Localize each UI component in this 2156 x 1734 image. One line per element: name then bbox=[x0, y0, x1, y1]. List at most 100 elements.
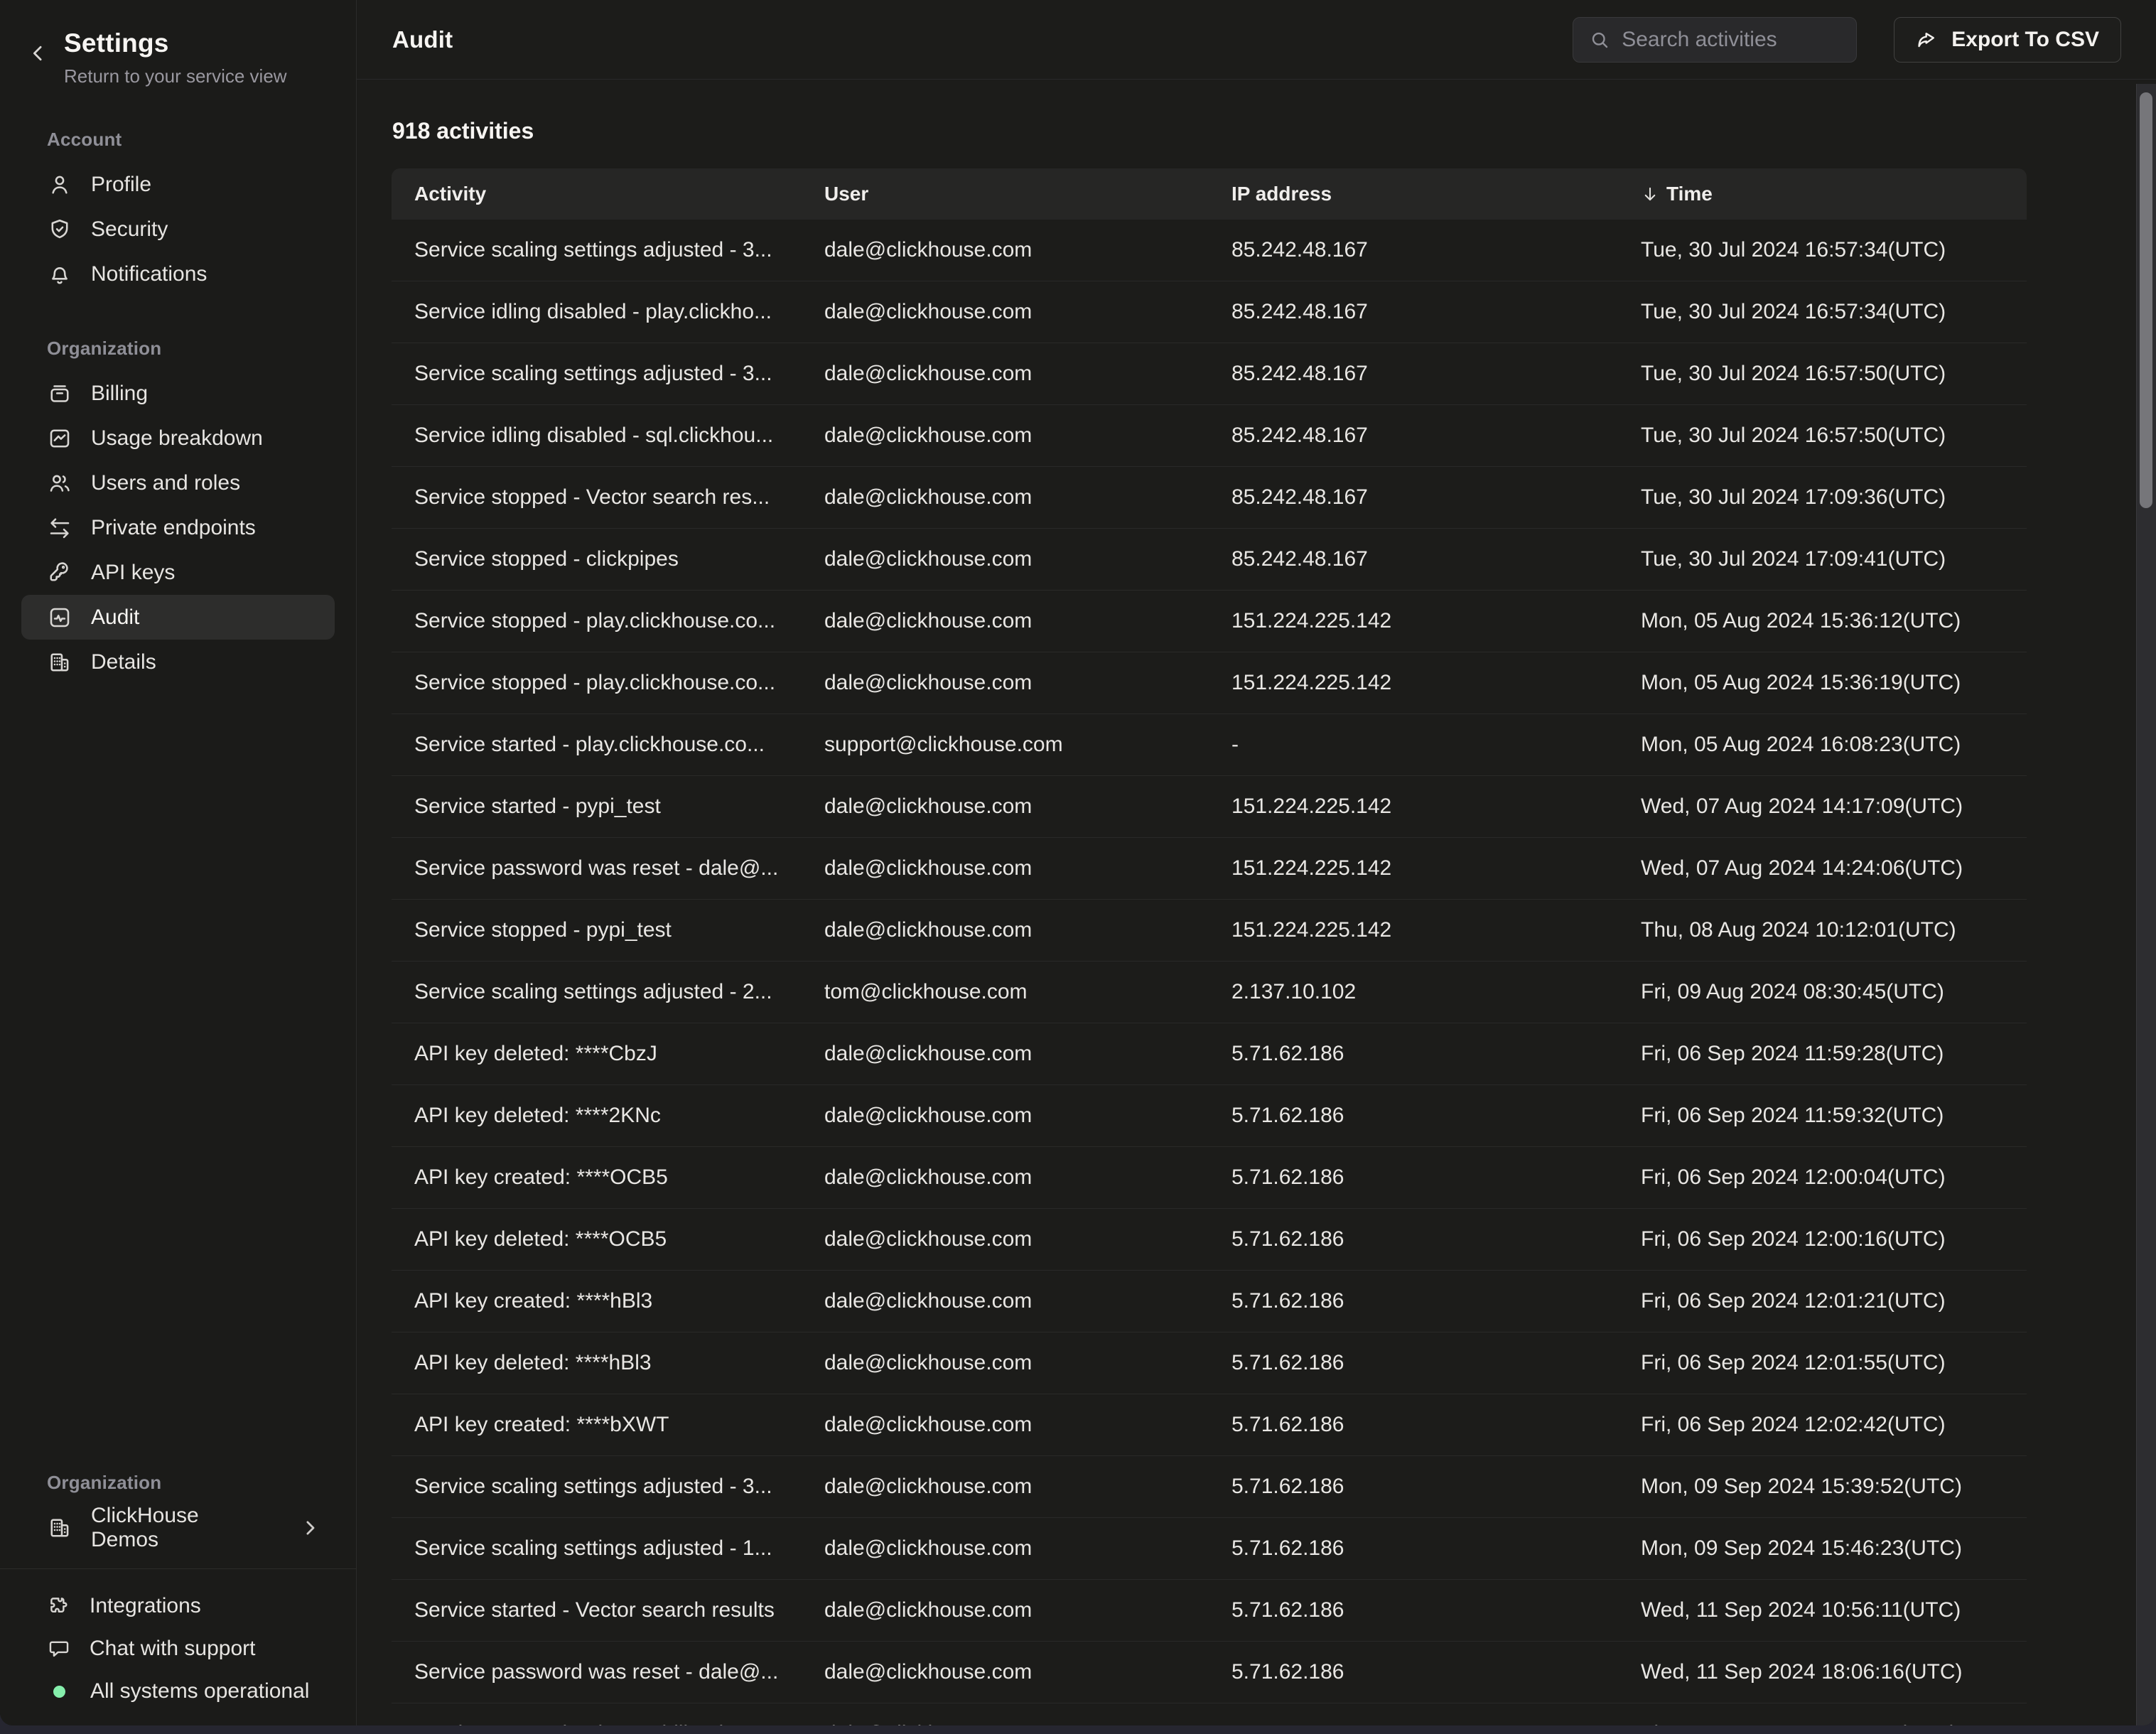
table-row: Service started - play.clickhouse.co...s… bbox=[392, 714, 2027, 776]
sidebar-bottom: Organization ClickHouse Demos Integratio… bbox=[0, 1472, 356, 1725]
time-cell: Thu, 12 Sep 2024 08:42:44(UTC) bbox=[1641, 1722, 2027, 1725]
table-row: Service scaling settings adjusted - 3...… bbox=[392, 1456, 2027, 1518]
time-cell: Wed, 11 Sep 2024 18:06:16(UTC) bbox=[1641, 1660, 2027, 1684]
sidebar-item-billing[interactable]: Billing bbox=[21, 371, 335, 416]
ip-cell: 5.71.62.186 bbox=[1231, 1104, 1641, 1128]
sidebar-item-label: Users and roles bbox=[91, 471, 240, 495]
user-cell: dale@clickhouse.com bbox=[824, 1598, 1231, 1622]
sidebar-item-security[interactable]: Security bbox=[21, 207, 335, 252]
user-cell: dale@clickhouse.com bbox=[824, 1536, 1231, 1561]
table-row: Service started - Vector search resultsd… bbox=[392, 1580, 2027, 1642]
sidebar-item-clickhouse-demos[interactable]: ClickHouse Demos bbox=[21, 1505, 335, 1550]
page-title: Audit bbox=[392, 26, 453, 53]
sidebar-item-private-endpoints[interactable]: Private endpoints bbox=[21, 505, 335, 550]
sidebar-item-usage-breakdown[interactable]: Usage breakdown bbox=[21, 416, 335, 461]
arrow-down-icon bbox=[1641, 185, 1659, 203]
ip-cell: 5.71.62.186 bbox=[1231, 1660, 1641, 1684]
search-input[interactable] bbox=[1622, 28, 1840, 52]
user-cell: dale@clickhouse.com bbox=[824, 795, 1231, 819]
table-row: API key deleted: ****hBl3dale@clickhouse… bbox=[392, 1332, 2027, 1394]
table-header-row: Activity User IP address Time bbox=[392, 168, 2027, 220]
activity-cell: Service idling disabled - play.clickho..… bbox=[414, 300, 824, 324]
key-icon bbox=[47, 560, 72, 586]
sidebar-item-api-keys[interactable]: API keys bbox=[21, 550, 335, 595]
table-row: API key created: ****hBl3dale@clickhouse… bbox=[392, 1271, 2027, 1332]
table-row: Service scaling settings adjusted - 3...… bbox=[392, 343, 2027, 405]
sidebar-item-label: Audit bbox=[91, 605, 139, 630]
sidebar-item-chat-with-support[interactable]: Chat with support bbox=[0, 1627, 356, 1670]
ip-cell: 2.137.10.102 bbox=[1231, 980, 1641, 1004]
sidebar-item-label: Profile bbox=[91, 173, 151, 197]
column-header-user: User bbox=[824, 183, 1231, 205]
sidebar-item-label: Notifications bbox=[91, 262, 207, 286]
sidebar-item-integrations[interactable]: Integrations bbox=[0, 1585, 356, 1627]
activity-cell: API key deleted: ****2KNc bbox=[414, 1104, 824, 1128]
main-panel: Audit Export To CSV 918 activities Activ… bbox=[357, 0, 2156, 1725]
table-row: Service stopped - clickpipesdale@clickho… bbox=[392, 529, 2027, 591]
ip-cell: 5.71.62.186 bbox=[1231, 1351, 1641, 1375]
sidebar-item-notifications[interactable]: Notifications bbox=[21, 252, 335, 296]
vertical-scrollbar-track[interactable] bbox=[2136, 84, 2156, 1725]
activity-cell: Service stopped - clickpipes bbox=[414, 547, 824, 571]
activity-cell: API key deleted: ****OCB5 bbox=[414, 1227, 824, 1251]
column-header-activity: Activity bbox=[414, 183, 824, 205]
ip-cell: 85.242.48.167 bbox=[1231, 238, 1641, 262]
table-row: Service scaling settings adjusted - 1...… bbox=[392, 1518, 2027, 1580]
time-cell: Mon, 05 Aug 2024 15:36:12(UTC) bbox=[1641, 609, 2027, 633]
back-button[interactable] bbox=[24, 40, 53, 68]
table-row: Service stopped - play.clickhouse.co...d… bbox=[392, 652, 2027, 714]
activity-cell: API key deleted: ****CbzJ bbox=[414, 1042, 824, 1066]
time-cell: Wed, 11 Sep 2024 10:56:11(UTC) bbox=[1641, 1598, 2027, 1622]
export-to-csv-button[interactable]: Export To CSV bbox=[1894, 17, 2121, 63]
table-row: Service stopped - Vector search res...da… bbox=[392, 467, 2027, 529]
table-row: Service password was reset - dale@...dal… bbox=[392, 838, 2027, 900]
time-cell: Tue, 30 Jul 2024 16:57:34(UTC) bbox=[1641, 300, 2027, 324]
time-cell: Thu, 08 Aug 2024 10:12:01(UTC) bbox=[1641, 918, 2027, 942]
table-row: Service scaling settings adjusted - 3...… bbox=[392, 220, 2027, 281]
ip-cell: 5.71.62.186 bbox=[1231, 1227, 1641, 1251]
column-header-time-sort[interactable]: Time bbox=[1641, 183, 2027, 205]
time-cell: Fri, 06 Sep 2024 12:00:04(UTC) bbox=[1641, 1165, 2027, 1190]
table-row: Service idling disabled - play.clickho..… bbox=[392, 281, 2027, 343]
time-cell: Tue, 30 Jul 2024 17:09:36(UTC) bbox=[1641, 485, 2027, 510]
search-icon bbox=[1589, 29, 1610, 50]
activity-cell: Service idling disabled - sql.clickhou..… bbox=[414, 424, 824, 448]
activity-cell: Service stopped - Vector search res... bbox=[414, 485, 824, 510]
ip-cell: 5.71.62.186 bbox=[1231, 1165, 1641, 1190]
bell-icon bbox=[47, 262, 72, 287]
ip-cell: 85.242.48.167 bbox=[1231, 485, 1641, 510]
user-cell: dale@clickhouse.com bbox=[824, 1351, 1231, 1375]
arrows-left-right-icon bbox=[47, 515, 72, 541]
status-dot-icon bbox=[53, 1686, 65, 1698]
activity-cell: Service stopped - observability-demo bbox=[414, 1722, 824, 1725]
building-icon bbox=[47, 650, 72, 675]
activity-cell: API key deleted: ****hBl3 bbox=[414, 1351, 824, 1375]
ip-cell: - bbox=[1231, 733, 1641, 757]
sidebar-item-label: Usage breakdown bbox=[91, 426, 263, 451]
sidebar-item-details[interactable]: Details bbox=[21, 640, 335, 684]
building-icon bbox=[47, 1515, 72, 1541]
activity-cell: Service scaling settings adjusted - 2... bbox=[414, 980, 824, 1004]
time-cell: Mon, 05 Aug 2024 16:08:23(UTC) bbox=[1641, 733, 2027, 757]
user-cell: dale@clickhouse.com bbox=[824, 1289, 1231, 1313]
time-cell: Tue, 30 Jul 2024 17:09:41(UTC) bbox=[1641, 547, 2027, 571]
ip-cell: 85.242.48.167 bbox=[1231, 362, 1641, 386]
status-label: All systems operational bbox=[90, 1679, 309, 1703]
user-cell: dale@clickhouse.com bbox=[824, 1042, 1231, 1066]
sidebar-item-users-and-roles[interactable]: Users and roles bbox=[21, 461, 335, 505]
vertical-scrollbar-thumb[interactable] bbox=[2140, 92, 2152, 508]
user-cell: dale@clickhouse.com bbox=[824, 918, 1231, 942]
sidebar-item-label: Security bbox=[91, 217, 168, 242]
user-cell: dale@clickhouse.com bbox=[824, 1165, 1231, 1190]
activity-cell: API key created: ****bXWT bbox=[414, 1413, 824, 1437]
search-box[interactable] bbox=[1573, 17, 1857, 63]
org-footer-label: Organization bbox=[47, 1472, 356, 1494]
activity-cell: Service password was reset - dale@... bbox=[414, 856, 824, 881]
time-cell: Wed, 07 Aug 2024 14:17:09(UTC) bbox=[1641, 795, 2027, 819]
sidebar-item-profile[interactable]: Profile bbox=[21, 162, 335, 207]
user-cell: dale@clickhouse.com bbox=[824, 300, 1231, 324]
sidebar-item-audit[interactable]: Audit bbox=[21, 595, 335, 640]
chat-bubble-icon bbox=[47, 1637, 71, 1661]
activity-cell: Service started - pypi_test bbox=[414, 795, 824, 819]
system-status-link[interactable]: All systems operational bbox=[0, 1670, 356, 1713]
